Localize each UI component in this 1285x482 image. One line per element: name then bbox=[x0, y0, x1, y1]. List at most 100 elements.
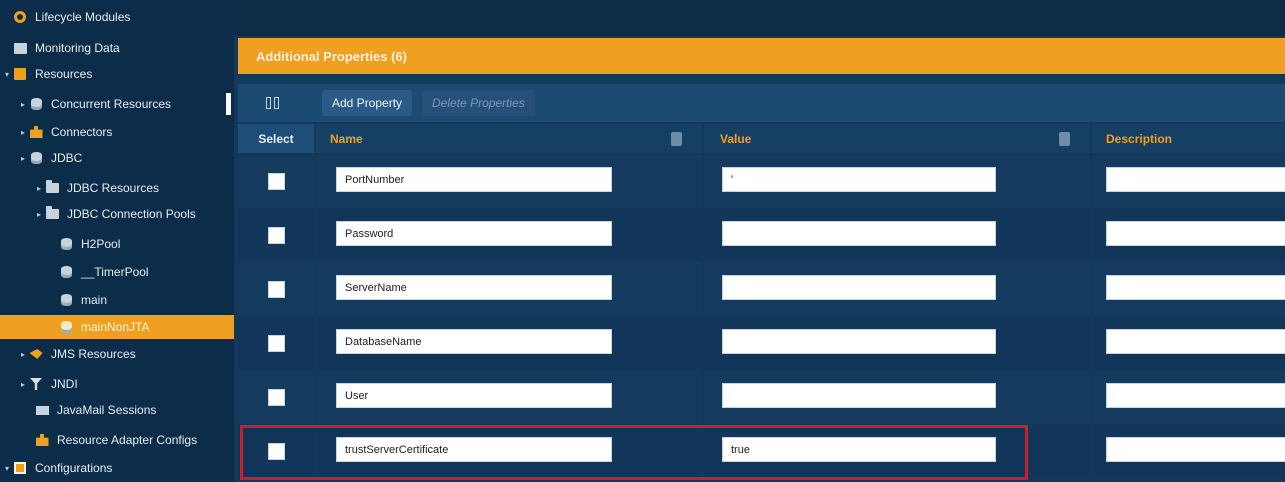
property-name-input[interactable]: PortNumber bbox=[336, 167, 612, 192]
database-icon bbox=[28, 152, 44, 165]
panel-title: Additional Properties (6) bbox=[256, 48, 407, 64]
tree-item-label: mainNonJTA bbox=[81, 320, 150, 334]
tree-item-h2pool[interactable]: H2Pool bbox=[0, 232, 120, 256]
property-description-input[interactable] bbox=[1106, 275, 1285, 300]
tree-item-label: Lifecycle Modules bbox=[35, 10, 131, 24]
tree-item-resource-adapter-configs[interactable]: Resource Adapter Configs bbox=[0, 428, 197, 452]
tree-item-connectors[interactable]: ▸ Connectors bbox=[0, 120, 112, 144]
tree-item-label: Concurrent Resources bbox=[51, 97, 172, 111]
tree-item-jdbc-resources[interactable]: ▸ JDBC Resources bbox=[0, 176, 159, 200]
sort-icon[interactable] bbox=[1059, 132, 1070, 146]
property-description-input[interactable] bbox=[1106, 437, 1285, 462]
property-name-input[interactable]: ServerName bbox=[336, 275, 612, 300]
column-header-value[interactable]: Value bbox=[704, 124, 1090, 153]
properties-panel: Additional Properties (6) Add Property D… bbox=[234, 0, 1285, 482]
table-row: Password bbox=[238, 209, 1285, 261]
chevron-down-icon[interactable]: ▾ bbox=[2, 70, 12, 79]
row-select-checkbox[interactable] bbox=[267, 280, 285, 298]
tree-item-label: JDBC Resources bbox=[67, 181, 160, 195]
table-toolbar: Add Property Delete Properties bbox=[238, 84, 1285, 122]
row-select-checkbox[interactable] bbox=[267, 226, 285, 244]
tree-item-label: main bbox=[81, 293, 108, 307]
table-row: DatabaseName bbox=[238, 317, 1285, 369]
property-value-input[interactable] bbox=[722, 275, 996, 300]
property-name-input[interactable]: Password bbox=[336, 221, 612, 246]
tree-item-main[interactable]: main bbox=[0, 288, 107, 312]
tree-item-resources[interactable]: ▾ Resources bbox=[0, 62, 92, 86]
chevron-right-icon[interactable]: ▸ bbox=[18, 380, 28, 389]
property-description-input[interactable] bbox=[1106, 221, 1285, 246]
chevron-right-icon[interactable]: ▸ bbox=[34, 184, 44, 193]
property-value-input[interactable] bbox=[722, 329, 996, 354]
tree-item-label: JDBC Connection Pools bbox=[67, 207, 196, 221]
resources-icon bbox=[12, 68, 28, 81]
chevron-right-icon[interactable]: ▸ bbox=[18, 100, 28, 109]
database-icon bbox=[28, 98, 44, 111]
tree-item-jms-resources[interactable]: ▸ JMS Resources bbox=[0, 342, 136, 366]
table-row: ServerName bbox=[238, 263, 1285, 315]
jms-icon bbox=[28, 348, 44, 361]
folder-icon bbox=[44, 180, 60, 195]
connector-icon bbox=[34, 434, 50, 447]
tree-item-jdbc[interactable]: ▸ JDBC bbox=[0, 146, 82, 170]
tree-item-jdbc-connection-pools[interactable]: ▸ JDBC Connection Pools bbox=[0, 202, 196, 226]
tree-item-label: Resources bbox=[35, 67, 93, 81]
property-name-input[interactable]: User bbox=[336, 383, 612, 408]
row-select-checkbox[interactable] bbox=[267, 334, 285, 352]
tree-item-timerpool[interactable]: __TimerPool bbox=[0, 260, 149, 284]
tree-item-concurrent-resources[interactable]: ▸ Concurrent Resources bbox=[0, 92, 171, 116]
add-property-button[interactable]: Add Property bbox=[322, 90, 413, 116]
folder-icon bbox=[44, 206, 60, 221]
monitor-icon bbox=[12, 42, 28, 55]
tree-item-monitoring-data[interactable]: Monitoring Data bbox=[0, 36, 120, 60]
property-description-input[interactable] bbox=[1106, 329, 1285, 354]
column-header-name[interactable]: Name bbox=[316, 124, 702, 153]
row-select-checkbox[interactable] bbox=[267, 172, 285, 190]
table-row: PortNumber ' bbox=[238, 155, 1285, 207]
property-name-input[interactable]: trustServerCertificate bbox=[336, 437, 612, 462]
tree-item-javamail-sessions[interactable]: JavaMail Sessions bbox=[0, 398, 156, 422]
tree-item-label: Configurations bbox=[35, 461, 113, 475]
database-icon bbox=[58, 321, 74, 334]
sort-icon[interactable] bbox=[671, 132, 682, 146]
chevron-down-icon[interactable]: ▾ bbox=[2, 464, 12, 473]
property-description-input[interactable] bbox=[1106, 383, 1285, 408]
top-strip bbox=[234, 0, 1285, 36]
connector-icon bbox=[28, 126, 44, 139]
table-row: User bbox=[238, 371, 1285, 423]
chevron-right-icon[interactable]: ▸ bbox=[18, 154, 28, 163]
sidebar-scrollbar[interactable] bbox=[226, 93, 231, 115]
select-all-icon[interactable] bbox=[266, 96, 282, 110]
property-name-input[interactable]: DatabaseName bbox=[336, 329, 612, 354]
gear-icon bbox=[12, 11, 28, 24]
table-row: trustServerCertificate true bbox=[238, 425, 1285, 477]
column-header-select: Select bbox=[238, 124, 314, 153]
property-value-input[interactable]: ' bbox=[722, 167, 996, 192]
tree-item-label: JavaMail Sessions bbox=[57, 403, 157, 417]
property-description-input[interactable] bbox=[1106, 167, 1285, 192]
tree-item-label: JMS Resources bbox=[51, 347, 136, 361]
row-select-checkbox[interactable] bbox=[267, 388, 285, 406]
tree-item-configurations[interactable]: ▾ Configurations bbox=[0, 456, 112, 480]
database-icon bbox=[58, 238, 74, 251]
chevron-right-icon[interactable]: ▸ bbox=[34, 210, 44, 219]
mail-icon bbox=[34, 404, 50, 417]
column-header-description: Description bbox=[1092, 124, 1285, 153]
column-header-label: Value bbox=[720, 131, 752, 146]
panel-title-bar: Additional Properties (6) bbox=[238, 38, 1285, 74]
row-select-checkbox[interactable] bbox=[267, 442, 285, 460]
tree-item-label: JNDI bbox=[51, 377, 78, 391]
tree-item-mainnonjta[interactable]: mainNonJTA bbox=[0, 315, 234, 339]
delete-properties-button[interactable]: Delete Properties bbox=[422, 90, 535, 116]
chevron-right-icon[interactable]: ▸ bbox=[18, 128, 28, 137]
configurations-icon bbox=[12, 462, 28, 475]
property-value-input[interactable] bbox=[722, 221, 996, 246]
chevron-right-icon[interactable]: ▸ bbox=[18, 350, 28, 359]
database-icon bbox=[58, 294, 74, 307]
tree-item-label: JDBC bbox=[51, 151, 83, 165]
property-value-input[interactable] bbox=[722, 383, 996, 408]
tree-item-jndi[interactable]: ▸ JNDI bbox=[0, 372, 78, 396]
property-value-input[interactable]: true bbox=[722, 437, 996, 462]
column-header-label: Name bbox=[330, 131, 363, 146]
tree-item-lifecycle-modules[interactable]: Lifecycle Modules bbox=[0, 5, 130, 29]
